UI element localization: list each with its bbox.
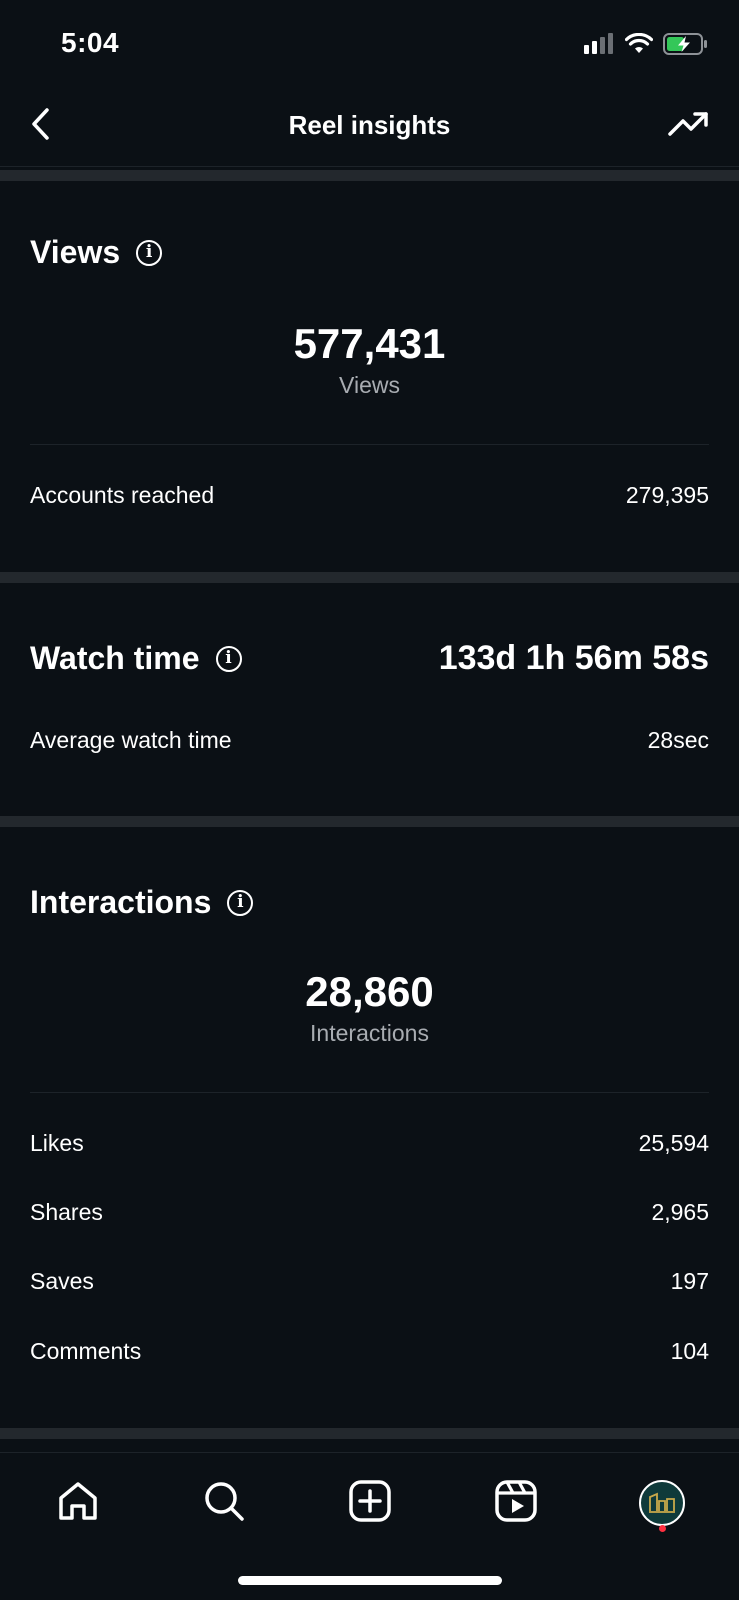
page-title: Reel insights xyxy=(288,110,451,140)
row-value: 25,594 xyxy=(638,1130,709,1156)
row-value: 28sec xyxy=(647,727,709,753)
search-icon xyxy=(201,1478,247,1529)
row-label: Average watch time xyxy=(30,727,232,753)
trending-button[interactable] xyxy=(665,104,713,148)
create-icon xyxy=(347,1478,393,1529)
watch-time-title: Watch time xyxy=(30,640,200,676)
row-label: Accounts reached xyxy=(30,482,215,508)
section-divider xyxy=(0,170,739,181)
tab-home[interactable] xyxy=(50,1475,106,1531)
interactions-separator xyxy=(30,1092,709,1093)
views-title: Views xyxy=(30,234,121,270)
list-item: Likes 25,594 xyxy=(30,1130,709,1157)
info-icon[interactable]: i xyxy=(227,889,254,916)
watch-time-heading: Watch time i xyxy=(30,640,242,677)
section-divider xyxy=(0,572,739,583)
interactions-heading: Interactions i xyxy=(30,884,254,921)
list-item: Accounts reached 279,395 xyxy=(30,482,709,509)
nav-separator xyxy=(0,166,739,167)
home-icon xyxy=(55,1478,101,1529)
battery-charging-icon xyxy=(663,32,709,61)
list-item: Comments 104 xyxy=(30,1338,709,1365)
notification-dot xyxy=(659,1525,666,1532)
interactions-total: 28,860 xyxy=(305,968,434,1015)
status-bar: 5:04 xyxy=(0,0,739,90)
info-icon[interactable]: i xyxy=(215,645,242,672)
profile-logo-icon xyxy=(649,1492,675,1513)
reels-icon xyxy=(493,1478,539,1529)
wifi-icon xyxy=(624,32,654,60)
views-heading: Views i xyxy=(30,234,163,271)
list-item: Average watch time 28sec xyxy=(30,727,709,754)
trending-up-icon xyxy=(668,111,710,142)
tab-reels[interactable] xyxy=(488,1475,544,1531)
tab-create[interactable] xyxy=(342,1475,398,1531)
views-total-label: Views xyxy=(339,372,400,398)
info-icon[interactable]: i xyxy=(136,239,163,266)
row-value: 2,965 xyxy=(651,1199,709,1225)
status-time: 5:04 xyxy=(61,27,120,58)
views-separator xyxy=(30,444,709,445)
section-divider xyxy=(0,816,739,827)
row-label: Saves xyxy=(30,1268,94,1294)
list-item: Shares 2,965 xyxy=(30,1199,709,1226)
row-label: Shares xyxy=(30,1199,103,1225)
views-total: 577,431 xyxy=(293,320,446,367)
row-label: Comments xyxy=(30,1338,142,1364)
row-value: 197 xyxy=(670,1268,709,1294)
home-indicator xyxy=(238,1576,502,1585)
nav-bar: Reel insights xyxy=(0,90,739,166)
tab-profile[interactable] xyxy=(634,1475,690,1531)
status-icons xyxy=(583,32,709,61)
list-item: Saves 197 xyxy=(30,1268,709,1295)
row-value: 104 xyxy=(670,1338,709,1364)
avatar xyxy=(639,1480,685,1526)
watch-time-total: 133d 1h 56m 58s xyxy=(438,639,709,677)
tab-search[interactable] xyxy=(196,1475,252,1531)
interactions-title: Interactions xyxy=(30,884,212,920)
interactions-total-label: Interactions xyxy=(310,1020,429,1046)
row-value: 279,395 xyxy=(625,482,709,508)
section-divider xyxy=(0,1428,739,1439)
row-label: Likes xyxy=(30,1130,84,1156)
cellular-signal-icon xyxy=(583,33,615,60)
